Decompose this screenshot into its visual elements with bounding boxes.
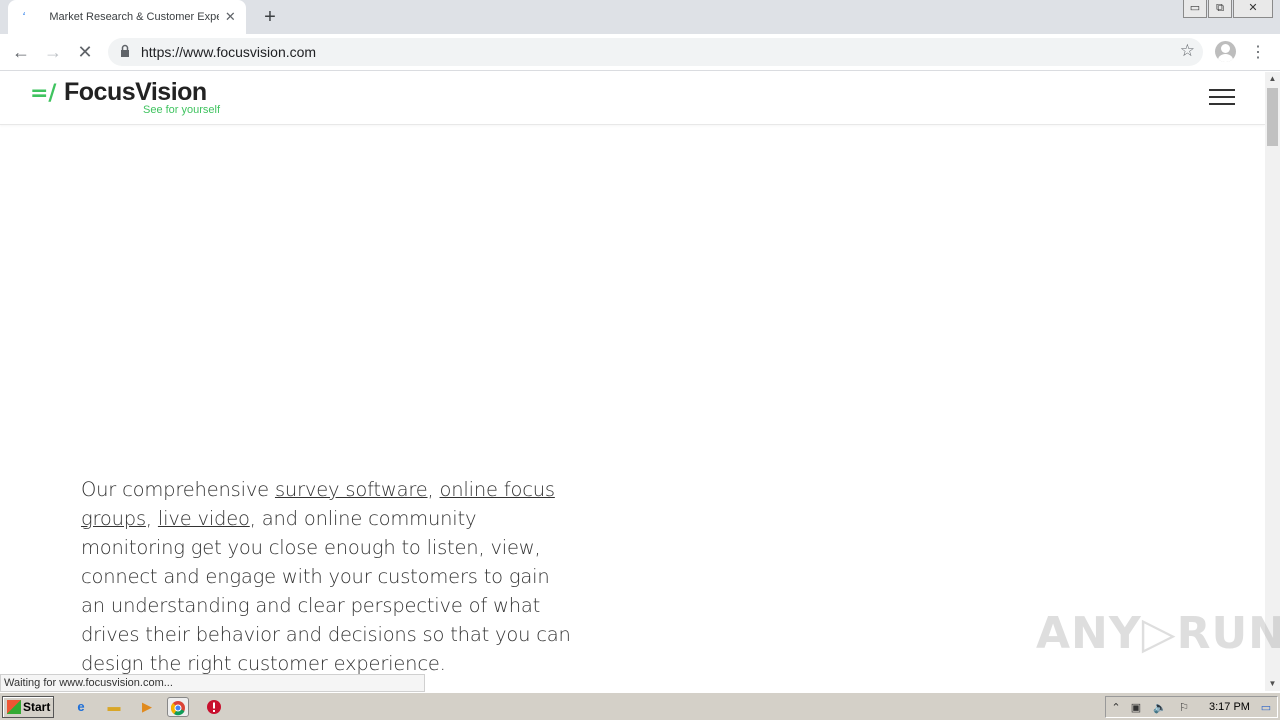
lock-icon xyxy=(121,44,129,57)
intro-paragraph: Our comprehensive survey software, onlin… xyxy=(81,475,571,678)
tray-expand-icon[interactable]: ⌃ xyxy=(1108,700,1124,716)
forward-button[interactable]: → xyxy=(41,40,65,64)
tab-close-icon[interactable]: ✕ xyxy=(223,9,238,25)
page-viewport: =/ FocusVision See for yourself Our comp… xyxy=(0,72,1265,691)
stop-loading-button[interactable]: ✕ xyxy=(73,40,97,64)
volume-icon[interactable]: 🔈 xyxy=(1152,700,1168,716)
start-button[interactable]: Start xyxy=(2,696,54,718)
page-scrollbar[interactable]: ▲ ▼ xyxy=(1265,72,1280,691)
address-bar[interactable]: https://www.focusvision.com ☆ xyxy=(108,38,1203,66)
close-window-button[interactable]: ✕ xyxy=(1233,0,1273,18)
back-button[interactable]: ← xyxy=(9,40,33,64)
chrome-icon[interactable] xyxy=(167,697,189,717)
stop-sign-icon[interactable] xyxy=(203,697,225,717)
intro-sep: , xyxy=(145,507,158,530)
hamburger-menu-icon[interactable] xyxy=(1209,89,1235,107)
new-tab-button[interactable]: + xyxy=(258,5,282,29)
live-video-link[interactable]: live video xyxy=(158,507,250,530)
clock[interactable]: 3:17 PM xyxy=(1209,701,1250,713)
scroll-thumb[interactable] xyxy=(1267,88,1278,146)
tab-strip: ʻ Market Research & Customer Experi ✕ + … xyxy=(0,0,1280,34)
loading-status: Waiting for www.focusvision.com... xyxy=(0,674,425,692)
tab-title: Market Research & Customer Experi xyxy=(49,11,219,23)
url-text[interactable]: https://www.focusvision.com xyxy=(141,44,316,60)
browser-toolbar: ← → ✕ https://www.focusvision.com ☆ xyxy=(0,34,1280,71)
folder-icon[interactable]: ▬ xyxy=(103,697,125,717)
intro-sep: , xyxy=(427,478,440,501)
windows-taskbar: Start e ▬ ▶ ⌃ ▣ 🔈 ⚐ 3:17 PM ▭ xyxy=(0,692,1280,720)
browser-menu-icon[interactable]: ⋮ xyxy=(1250,42,1266,62)
logo-name: FocusVision xyxy=(64,78,207,106)
intro-prefix: Our comprehensive xyxy=(81,478,275,501)
show-desktop-icon[interactable]: ▭ xyxy=(1258,700,1274,716)
red-stop-icon xyxy=(207,700,221,714)
network-icon[interactable]: ▣ xyxy=(1128,700,1144,716)
focusvision-logo[interactable]: =/ FocusVision See for yourself xyxy=(30,78,230,118)
active-tab[interactable]: ʻ Market Research & Customer Experi ✕ xyxy=(8,0,246,34)
site-favicon-icon: ʻ xyxy=(22,10,25,24)
site-header: =/ FocusVision See for yourself xyxy=(0,72,1265,125)
action-center-flag-icon[interactable]: ⚐ xyxy=(1176,700,1192,716)
chrome-logo-icon xyxy=(170,701,185,716)
ie-icon[interactable]: e xyxy=(70,697,92,717)
survey-software-link[interactable]: survey software xyxy=(275,478,428,501)
minimize-button[interactable]: ▭ xyxy=(1183,0,1207,18)
windows-logo-icon xyxy=(7,700,21,714)
system-tray: ⌃ ▣ 🔈 ⚐ 3:17 PM ▭ xyxy=(1105,696,1278,718)
bookmark-star-icon[interactable]: ☆ xyxy=(1180,41,1195,61)
scroll-up-icon[interactable]: ▲ xyxy=(1265,72,1280,86)
media-player-icon[interactable]: ▶ xyxy=(136,697,158,717)
restore-button[interactable]: ⧉ xyxy=(1208,0,1232,18)
profile-avatar-icon[interactable] xyxy=(1215,41,1236,62)
start-label: Start xyxy=(23,700,51,714)
scroll-down-icon[interactable]: ▼ xyxy=(1265,677,1280,691)
intro-suffix: , and online community monitoring get yo… xyxy=(81,507,571,675)
logo-tagline: See for yourself xyxy=(143,104,221,116)
anyrun-watermark: ANY▷RUN xyxy=(1036,608,1280,659)
logo-mark-icon: =/ xyxy=(30,81,57,106)
